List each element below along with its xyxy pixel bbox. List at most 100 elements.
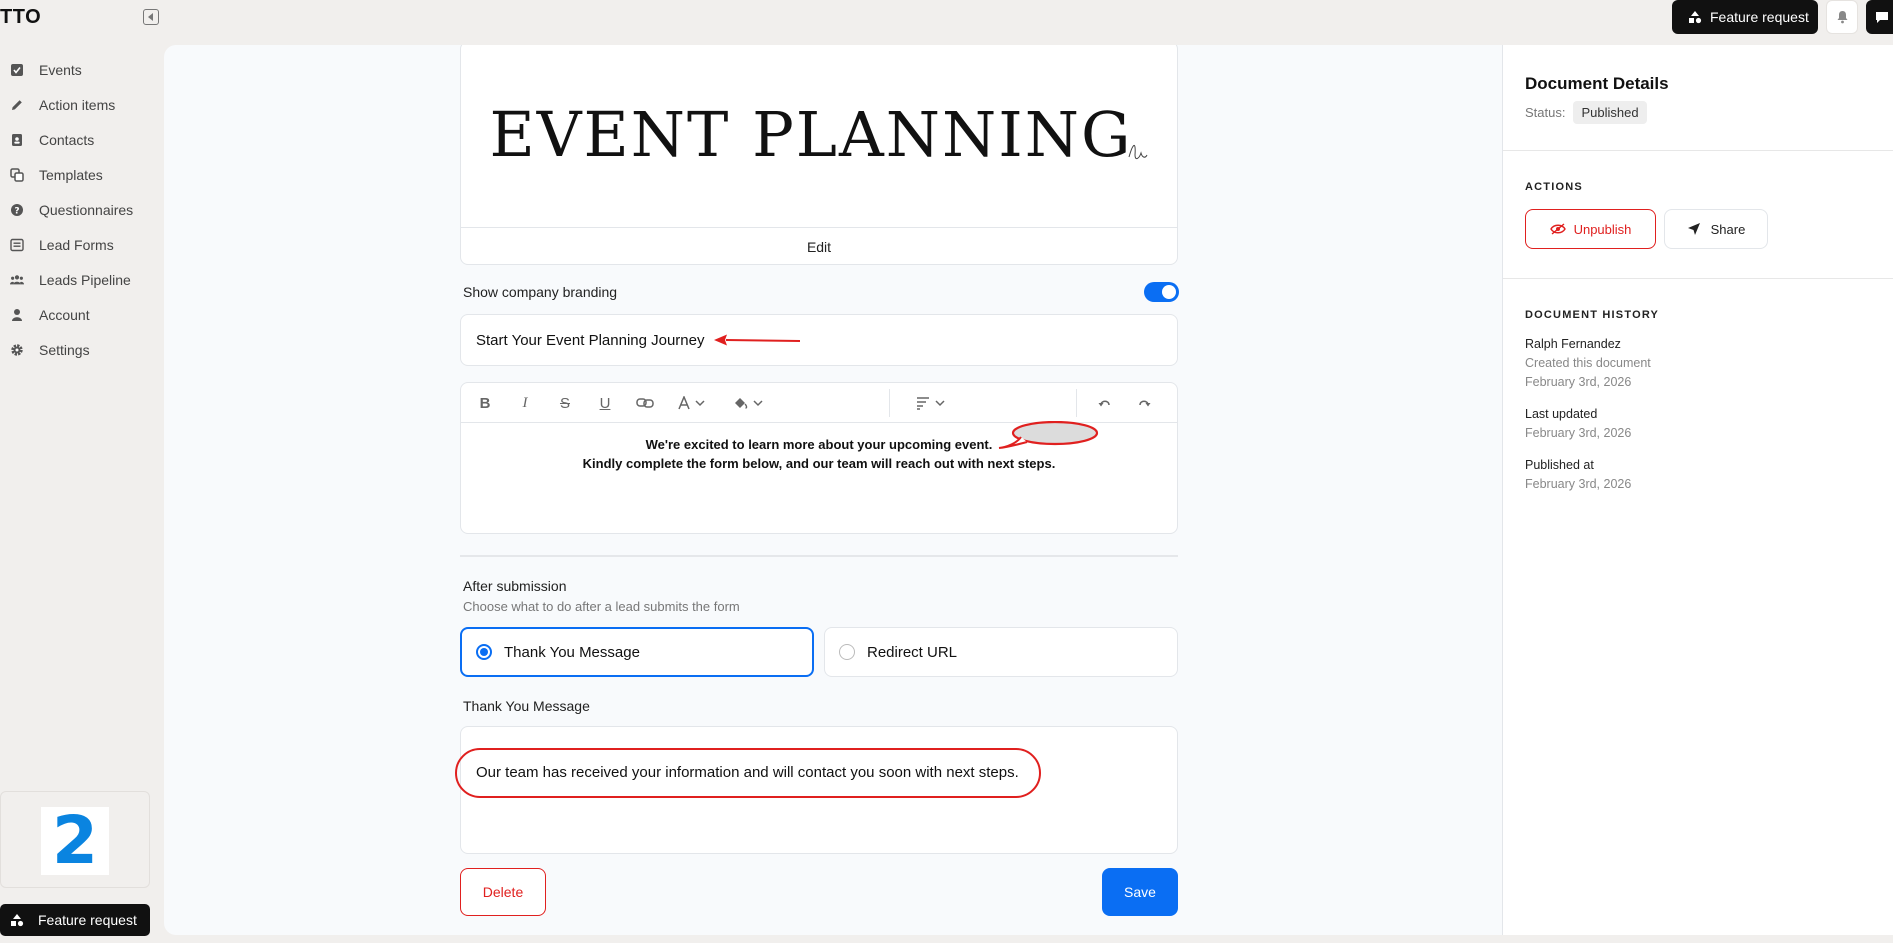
radio-selected-icon[interactable] xyxy=(476,644,492,660)
header-image-card: EVENT PLANNING Edit xyxy=(460,45,1178,265)
history-entry: Ralph Fernandez Created this document Fe… xyxy=(1525,335,1651,392)
edit-header-button[interactable]: Edit xyxy=(461,227,1177,264)
collapse-sidebar-icon[interactable] xyxy=(143,9,159,25)
sidebar-item-label: Templates xyxy=(39,166,103,183)
notifications-button[interactable] xyxy=(1826,0,1858,34)
italic-icon[interactable]: I xyxy=(517,394,533,412)
users-icon xyxy=(10,273,24,287)
app-logo: TTO xyxy=(0,6,42,28)
strikethrough-icon[interactable]: S xyxy=(557,394,573,412)
history-author: Ralph Fernandez xyxy=(1525,337,1621,351)
sidebar-item-settings[interactable]: Settings xyxy=(0,332,160,367)
top-bar: TTO Feature request xyxy=(0,0,1893,36)
feature-request-label: Feature request xyxy=(1710,9,1809,25)
history-date: February 3rd, 2026 xyxy=(1525,477,1632,491)
document-details-panel: Document Details Status: Published ACTIO… xyxy=(1502,45,1893,935)
annotation-arrow xyxy=(714,334,801,346)
user-icon xyxy=(10,308,24,322)
bell-icon xyxy=(1837,11,1847,24)
status-label: Status: xyxy=(1525,105,1566,120)
sidebar-item-contacts[interactable]: Contacts xyxy=(0,122,160,157)
rich-text-editor[interactable]: B I S U We're excited to learn more abou… xyxy=(460,382,1178,534)
question-circle-icon: ? xyxy=(10,203,24,217)
history-date: February 3rd, 2026 xyxy=(1525,375,1632,389)
toolbar-divider xyxy=(889,389,890,417)
annotation-speech-bubble xyxy=(998,421,1099,449)
bold-icon[interactable]: B xyxy=(477,394,493,412)
sidebar-item-lead-forms[interactable]: Lead Forms xyxy=(0,227,160,262)
share-button[interactable]: Share xyxy=(1664,209,1768,249)
eye-off-icon xyxy=(1549,223,1566,235)
section-divider xyxy=(460,555,1178,557)
check-square-icon xyxy=(10,63,24,77)
pencil-icon xyxy=(10,98,24,112)
text-color-icon[interactable] xyxy=(677,394,707,412)
sidebar-item-label: Action items xyxy=(39,96,116,113)
sidebar-item-templates[interactable]: Templates xyxy=(0,157,160,192)
sidebar-feature-request-button[interactable]: Feature request xyxy=(0,904,150,936)
radio-unselected-icon[interactable] xyxy=(839,644,855,660)
show-branding-toggle[interactable] xyxy=(1144,282,1179,302)
gear-icon xyxy=(10,343,24,357)
option-label: Thank You Message xyxy=(504,643,640,661)
sidebar-item-label: Events xyxy=(39,61,82,78)
feature-request-button[interactable]: Feature request xyxy=(1672,0,1818,34)
editor-content[interactable]: We're excited to learn more about your u… xyxy=(461,421,1177,473)
thank-you-message-field[interactable]: Our team has received your information a… xyxy=(455,726,1178,854)
details-divider xyxy=(1503,278,1893,279)
toolbar-divider xyxy=(1076,389,1077,417)
sidebar-item-label: Settings xyxy=(39,341,90,358)
show-branding-label: Show company branding xyxy=(463,284,618,300)
unpublish-label: Unpublish xyxy=(1573,221,1632,237)
promo-number: 2 xyxy=(41,807,109,875)
sidebar-item-events[interactable]: Events xyxy=(0,52,160,87)
redo-icon[interactable] xyxy=(1136,394,1152,412)
option-redirect-url[interactable]: Redirect URL xyxy=(824,627,1178,677)
sidebar-item-label: Contacts xyxy=(39,131,95,148)
sidebar-item-action-items[interactable]: Action items xyxy=(0,87,160,122)
sidebar-item-label: Leads Pipeline xyxy=(39,271,131,288)
undo-icon[interactable] xyxy=(1097,394,1113,412)
chat-icon xyxy=(1876,12,1888,23)
svg-text:?: ? xyxy=(14,206,19,216)
option-thank-you-message[interactable]: Thank You Message xyxy=(460,627,814,677)
status-badge: Published xyxy=(1573,101,1647,124)
sidebar-nav: Events Action items Contacts Templates ?… xyxy=(0,52,160,367)
form-title-input[interactable]: Start Your Event Planning Journey xyxy=(460,314,1178,366)
signature-mark xyxy=(1128,144,1147,159)
history-label: Last updated xyxy=(1525,407,1598,421)
thank-you-message-text: Our team has received your information a… xyxy=(476,764,1019,781)
promo-card: 2 xyxy=(0,791,150,888)
underline-icon[interactable]: U xyxy=(597,394,613,412)
sidebar-item-questionnaires[interactable]: ? Questionnaires xyxy=(0,192,160,227)
sidebar-item-label: Account xyxy=(39,306,90,323)
form-icon xyxy=(10,238,24,252)
history-heading: DOCUMENT HISTORY xyxy=(1525,309,1660,321)
delete-button[interactable]: Delete xyxy=(460,868,546,916)
save-button[interactable]: Save xyxy=(1102,868,1178,916)
sidebar-item-leads-pipeline[interactable]: Leads Pipeline xyxy=(0,262,160,297)
highlight-icon[interactable] xyxy=(733,394,765,412)
option-label: Redirect URL xyxy=(867,643,958,661)
details-title: Document Details xyxy=(1525,74,1669,93)
form-title-text: Start Your Event Planning Journey xyxy=(476,331,705,349)
details-divider xyxy=(1503,150,1893,151)
sidebar-item-label: Lead Forms xyxy=(39,236,114,253)
link-icon[interactable] xyxy=(635,394,655,412)
after-submission-title: After submission xyxy=(463,578,567,594)
share-label: Share xyxy=(1710,221,1746,237)
send-icon xyxy=(1687,223,1700,235)
thank-you-label: Thank You Message xyxy=(463,698,590,714)
status-row: Status: Published xyxy=(1525,101,1647,124)
shapes-icon xyxy=(11,914,24,927)
chat-button[interactable] xyxy=(1866,0,1893,34)
history-label: Published at xyxy=(1525,458,1594,472)
unpublish-button[interactable]: Unpublish xyxy=(1525,209,1656,249)
history-date: February 3rd, 2026 xyxy=(1525,426,1632,440)
align-icon[interactable] xyxy=(915,394,947,412)
sidebar-item-label: Questionnaires xyxy=(39,201,134,218)
sidebar-item-account[interactable]: Account xyxy=(0,297,160,332)
actions-heading: ACTIONS xyxy=(1525,181,1583,193)
copy-icon xyxy=(10,167,24,182)
history-action: Created this document xyxy=(1525,356,1651,370)
